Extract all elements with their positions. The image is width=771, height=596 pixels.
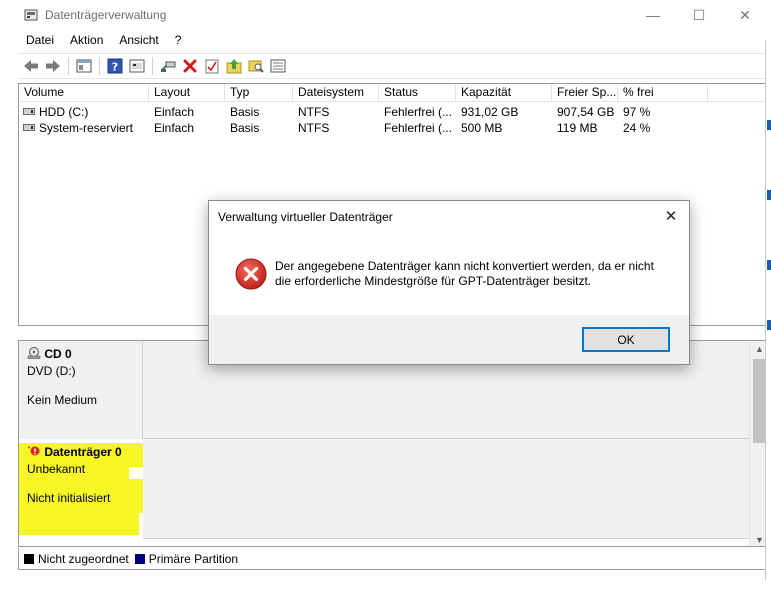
- cell-prozent-frei: 97 %: [623, 105, 651, 119]
- dialog-close-button[interactable]: ✕: [661, 206, 681, 226]
- disk-management-app-icon: [24, 9, 38, 21]
- dialog-message-line2: die erforderliche Mindestgröße für GPT-D…: [275, 274, 592, 288]
- cell-volume: HDD (C:): [39, 105, 89, 119]
- edge-mark: [767, 260, 771, 270]
- scroll-thumb[interactable]: [753, 359, 765, 443]
- cell-typ: Basis: [230, 121, 260, 135]
- error-dialog: Verwaltung virtueller Datenträger ✕ Der …: [208, 200, 690, 365]
- cell-volume: System-reserviert: [39, 121, 134, 135]
- column-header-freier-speicher[interactable]: Freier Sp...: [552, 84, 618, 102]
- dialog-footer: OK: [209, 315, 689, 364]
- disk0-title: Datenträger 0: [44, 445, 122, 459]
- forward-icon[interactable]: [44, 57, 62, 75]
- column-header-dateisystem[interactable]: Dateisystem: [293, 84, 379, 102]
- cd0-drive-letter: DVD (D:): [27, 364, 76, 378]
- column-header-typ[interactable]: Typ: [225, 84, 293, 102]
- disk-management-window: Datenträgerverwaltung — ☐ ✕ Datei Aktion…: [0, 0, 771, 596]
- cell-dateisystem: NTFS: [298, 121, 330, 135]
- disk-label-disk0[interactable]: Datenträger 0 Unbekannt Nicht initialisi…: [19, 439, 143, 539]
- table-row[interactable]: HDD (C:) Einfach Basis NTFS Fehlerfrei (…: [19, 104, 768, 120]
- close-button[interactable]: ✕: [722, 0, 768, 30]
- column-header-prozent-frei[interactable]: % frei: [618, 84, 708, 102]
- cell-freier-speicher: 119 MB: [557, 121, 598, 135]
- dialog-body: Der angegebene Datenträger kann nicht ko…: [209, 233, 689, 315]
- toolbar-separator: [152, 57, 153, 75]
- cell-layout: Einfach: [154, 121, 195, 135]
- ok-button[interactable]: OK: [582, 327, 670, 352]
- legend-unallocated: Nicht zugeordnet: [38, 551, 129, 566]
- dialog-message-line1: Der angegebene Datenträger kann nicht ko…: [275, 259, 654, 273]
- disk-label-cd0[interactable]: CD 0 DVD (D:) Kein Medium: [19, 341, 143, 439]
- svg-text:?: ?: [112, 61, 118, 74]
- help-icon[interactable]: ?: [106, 57, 124, 75]
- legend-primary-swatch: [134, 553, 145, 564]
- volume-list-header: Volume Layout Typ Dateisystem Status Kap…: [19, 84, 768, 102]
- connect-icon[interactable]: [159, 57, 177, 75]
- column-header-volume[interactable]: Volume: [19, 84, 149, 102]
- toolbar-separator: [68, 57, 69, 75]
- title-bar: Datenträgerverwaltung — ☐ ✕: [0, 0, 771, 30]
- cd0-title: CD 0: [44, 347, 72, 361]
- disk-error-icon: [28, 446, 40, 456]
- cell-typ: Basis: [230, 105, 260, 119]
- cd0-title-row: CD 0: [27, 347, 134, 361]
- disk-area-disk0[interactable]: [143, 439, 749, 539]
- disk0-type: Unbekannt: [27, 462, 86, 476]
- disk0-title-row: Datenträger 0: [27, 445, 135, 459]
- table-row[interactable]: System-reserviert Einfach Basis NTFS Feh…: [19, 120, 768, 136]
- edge-mark: [767, 320, 771, 330]
- cd0-media-status: Kein Medium: [27, 393, 98, 407]
- checklist-icon[interactable]: [203, 57, 221, 75]
- minimize-button[interactable]: —: [630, 0, 676, 30]
- column-header-kapazitaet[interactable]: Kapazität: [456, 84, 552, 102]
- cell-kapazitaet: 500 MB: [461, 121, 503, 135]
- menu-help[interactable]: ?: [167, 31, 190, 51]
- properties-icon[interactable]: [75, 57, 93, 75]
- window-title: Datenträgerverwaltung: [45, 8, 167, 22]
- upload-icon[interactable]: [225, 57, 243, 75]
- drive-icon: [23, 124, 35, 131]
- toolbar: ?: [18, 53, 771, 79]
- cell-layout: Einfach: [154, 105, 195, 119]
- drive-icon: [23, 108, 35, 115]
- maximize-button[interactable]: ☐: [676, 0, 722, 30]
- edge-mark: [767, 190, 771, 200]
- search-folder-icon[interactable]: [247, 57, 265, 75]
- cell-freier-speicher: 907,54 GB: [557, 105, 615, 119]
- menu-ansicht[interactable]: Ansicht: [111, 31, 166, 51]
- error-icon: [235, 258, 267, 290]
- column-header-status[interactable]: Status: [379, 84, 456, 102]
- console-icon[interactable]: [128, 57, 146, 75]
- cd-drive-icon: [27, 347, 41, 360]
- cell-status: Fehlerfrei (...: [384, 105, 453, 119]
- cell-kapazitaet: 931,02 GB: [461, 105, 519, 119]
- dialog-message: Der angegebene Datenträger kann nicht ko…: [275, 259, 654, 289]
- edge-mark: [767, 120, 771, 130]
- disk0-init-status: Nicht initialisiert: [27, 491, 111, 505]
- background-window-edge: [765, 40, 771, 580]
- delete-icon[interactable]: [181, 57, 199, 75]
- legend-bar: Nicht zugeordnet Primäre Partition: [18, 548, 769, 570]
- dialog-title: Verwaltung virtueller Datenträger: [218, 210, 393, 224]
- cell-prozent-frei: 24 %: [623, 121, 651, 135]
- disk-graphical-view[interactable]: CD 0 DVD (D:) Kein Medium Datenträger 0: [18, 340, 769, 547]
- menu-bar: Datei Aktion Ansicht ?: [18, 31, 189, 51]
- list-icon[interactable]: [269, 57, 287, 75]
- back-icon[interactable]: [22, 57, 40, 75]
- cell-status: Fehlerfrei (...: [384, 121, 453, 135]
- toolbar-separator: [99, 57, 100, 75]
- column-header-layout[interactable]: Layout: [149, 84, 225, 102]
- legend-primary: Primäre Partition: [148, 551, 239, 566]
- menu-datei[interactable]: Datei: [18, 31, 62, 51]
- legend-unallocated-swatch: [24, 553, 34, 564]
- menu-aktion[interactable]: Aktion: [62, 31, 111, 51]
- cell-dateisystem: NTFS: [298, 105, 330, 119]
